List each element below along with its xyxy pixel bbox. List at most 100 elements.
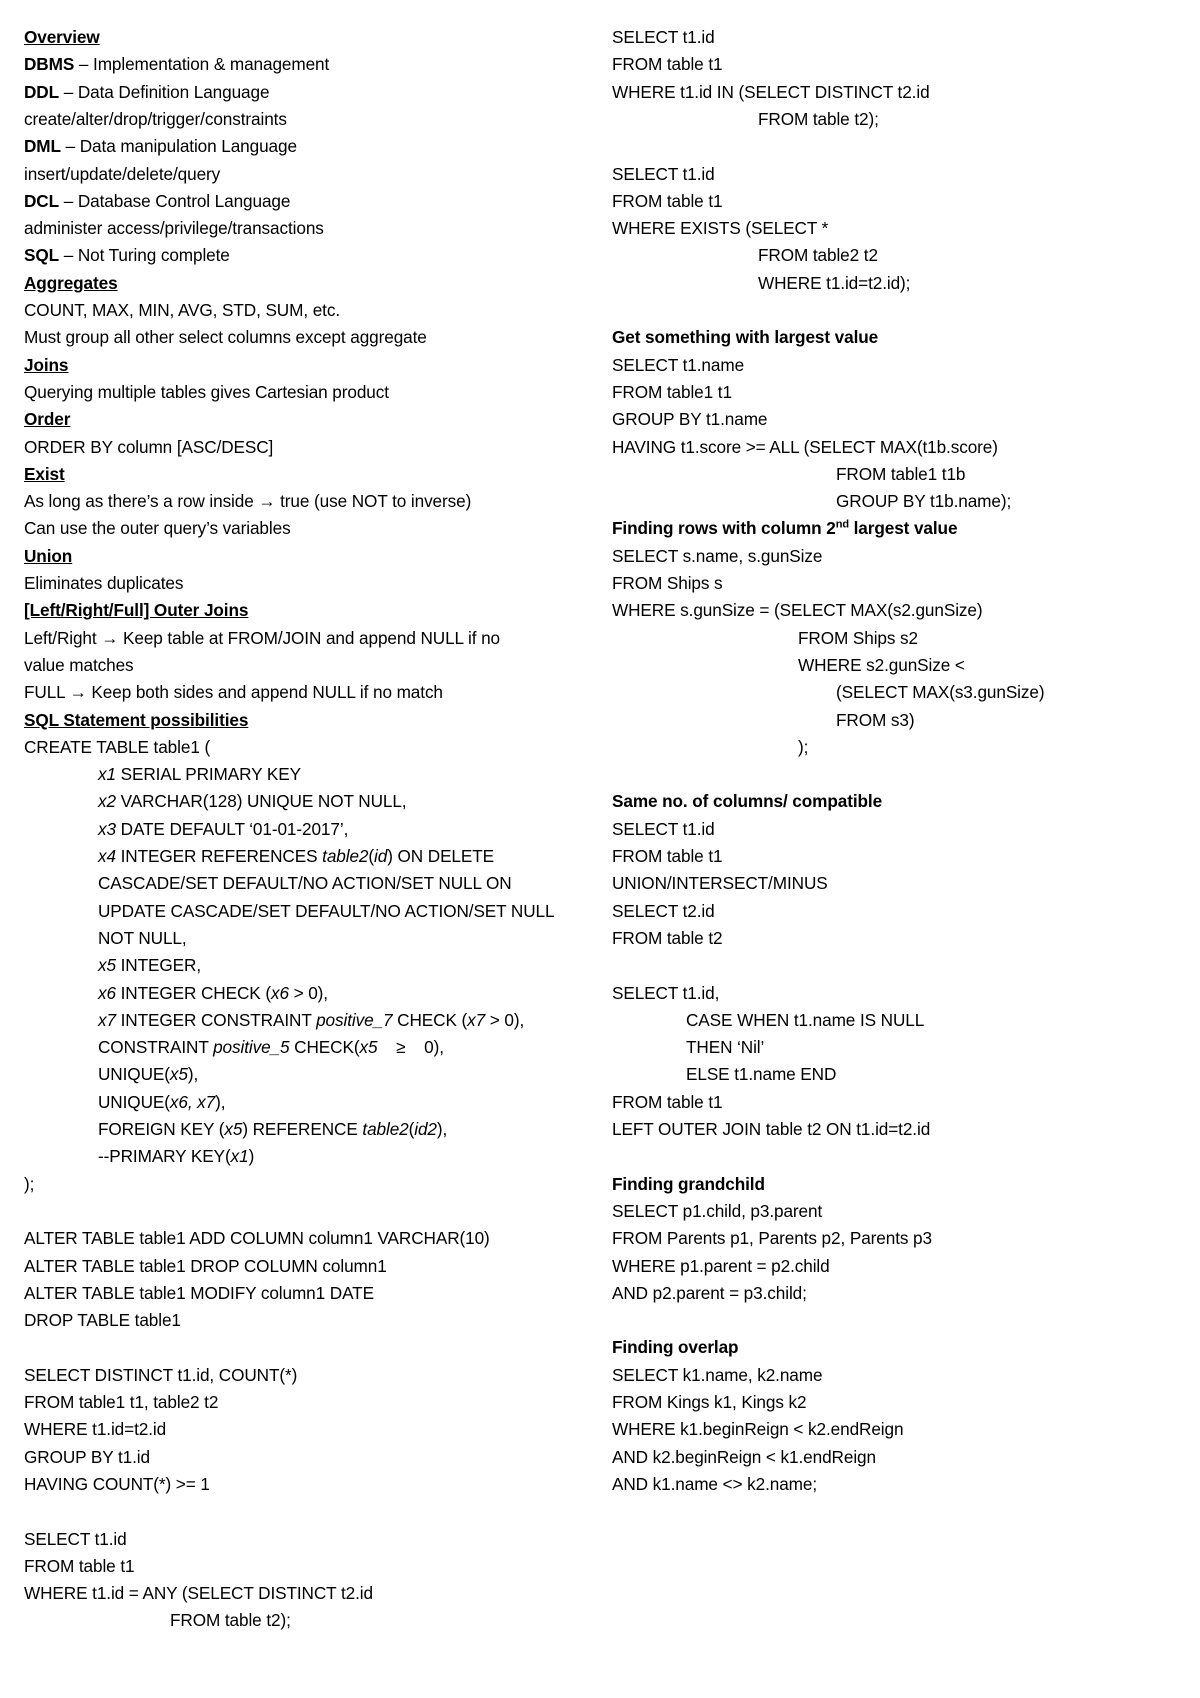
text-segment: SELECT p1.child, p3.parent — [612, 1200, 823, 1221]
text-line: FULL → Keep both sides and append NULL i… — [24, 679, 443, 706]
text-segment: Eliminates duplicates — [24, 573, 184, 593]
text-segment: FULL → Keep both sides and append NULL i… — [24, 682, 443, 703]
text-line: SQL – Not Turing complete — [24, 242, 230, 269]
text-line: WHERE EXISTS (SELECT * — [612, 215, 828, 242]
text-line: CONSTRAINT positive_5 CHECK(x5 ≥ 0), — [98, 1034, 444, 1061]
text-segment: FROM Ships s2 — [798, 627, 918, 648]
text-line: ALTER TABLE table1 ADD COLUMN column1 VA… — [24, 1225, 490, 1252]
italic-term: x2 — [98, 791, 116, 812]
text-line: CASCADE/SET DEFAULT/NO ACTION/SET NULL O… — [98, 870, 512, 897]
italic-term: x5 — [359, 1037, 378, 1058]
bold-term: Get something with largest value — [612, 327, 879, 348]
text-line: HAVING COUNT(*) >= 1 — [24, 1471, 210, 1498]
bold-term: Finding grandchild — [612, 1173, 765, 1194]
text-segment: NOT NULL, — [98, 927, 187, 948]
text-line: WHERE s.gunSize = (SELECT MAX(s2.gunSize… — [612, 597, 983, 624]
text-line: WHERE t1.id=t2.id — [24, 1416, 166, 1443]
text-segment: ), — [436, 1119, 448, 1139]
text-segment: FROM Parents p1, Parents p2, Parents p3 — [612, 1228, 932, 1249]
text-segment: HAVING COUNT(*) >= 1 — [24, 1473, 210, 1494]
italic-term: x5 — [169, 1064, 188, 1085]
text-segment: > 0), — [485, 1009, 525, 1030]
text-line: FROM table t2 — [612, 925, 723, 952]
text-line: COUNT, MAX, MIN, AVG, STD, SUM, etc. — [24, 297, 340, 324]
italic-term: x6, x7 — [169, 1091, 216, 1112]
bold-term: DDL — [24, 81, 60, 102]
bold-term: Same no. of columns/ compatible — [612, 791, 883, 812]
text-segment: COUNT, MAX, MIN, AVG, STD, SUM, etc. — [24, 300, 340, 320]
text-line: UNIQUE(x5), — [98, 1061, 198, 1088]
text-segment: FROM table t1 — [24, 1555, 135, 1576]
text-line: Joins — [24, 352, 69, 379]
text-segment: ) REFERENCE — [242, 1119, 363, 1139]
text-line: WHERE t1.id=t2.id); — [758, 270, 910, 297]
text-segment: AND k1.name <> k2.name; — [612, 1473, 818, 1494]
text-line: administer access/privilege/transactions — [24, 215, 324, 242]
text-segment: INTEGER CONSTRAINT — [115, 1009, 317, 1030]
text-segment: UNIQUE( — [98, 1091, 170, 1112]
text-segment: ); — [798, 736, 809, 757]
text-line: Finding rows with column 2nd largest val… — [612, 515, 958, 542]
bold-term: nd — [835, 518, 849, 531]
text-line: SELECT k1.name, k2.name — [612, 1362, 823, 1389]
italic-term: x4 — [98, 846, 116, 866]
text-line: FROM table1 t1, table2 t2 — [24, 1389, 218, 1416]
text-line: [Left/Right/Full] Outer Joins — [24, 597, 248, 624]
bold-term: SQL — [24, 245, 60, 266]
text-segment: – Data manipulation Language — [60, 136, 297, 157]
text-segment: SERIAL PRIMARY KEY — [115, 764, 301, 785]
italic-term: table2 — [322, 846, 369, 866]
section-heading: SQL Statement possibilities — [24, 709, 249, 730]
text-line: DBMS – Implementation & management — [24, 51, 329, 78]
text-segment: ALTER TABLE table1 ADD COLUMN column1 VA… — [24, 1228, 490, 1249]
text-segment: WHERE t1.id IN (SELECT DISTINCT t2.id — [612, 81, 930, 102]
text-segment: ), — [187, 1064, 199, 1085]
text-line: SELECT t1.id — [24, 1526, 127, 1553]
text-line: FROM Ships s — [612, 570, 723, 597]
text-line: WHERE s2.gunSize < — [798, 652, 965, 679]
text-line: x3 DATE DEFAULT ‘01-01-2017’, — [98, 816, 348, 843]
section-heading: Exist — [24, 463, 65, 484]
text-segment: SELECT s.name, s.gunSize — [612, 545, 823, 566]
text-segment: FROM Kings k1, Kings k2 — [612, 1392, 807, 1412]
text-line: As long as there’s a row inside → true (… — [24, 488, 471, 515]
text-segment: SELECT t1.name — [612, 354, 745, 375]
text-line: DROP TABLE table1 — [24, 1307, 181, 1334]
text-segment: SELECT t1.id — [24, 1528, 127, 1549]
text-segment: ALTER TABLE table1 MODIFY column1 DATE — [24, 1282, 374, 1303]
text-line: FOREIGN KEY (x5) REFERENCE table2(id2), — [98, 1116, 447, 1143]
text-segment: CREATE TABLE table1 ( — [24, 736, 211, 757]
text-line: SELECT t1.id — [612, 161, 715, 188]
text-segment: CASE WHEN t1.name IS NULL — [686, 1009, 925, 1030]
text-line: ALTER TABLE table1 MODIFY column1 DATE — [24, 1280, 374, 1307]
text-segment: GROUP BY t1.name — [612, 409, 768, 430]
text-line: Union — [24, 543, 72, 570]
text-segment: WHERE t1.id=t2.id — [24, 1419, 167, 1440]
text-line: THEN ‘Nil’ — [686, 1034, 764, 1061]
text-segment: WHERE EXISTS (SELECT * — [612, 218, 829, 239]
bold-term: DBMS — [24, 54, 75, 75]
text-line: GROUP BY t1b.name); — [836, 488, 1011, 515]
text-line: ); — [798, 734, 808, 761]
text-segment: (SELECT MAX(s3.gunSize) — [836, 682, 1045, 703]
text-line: ELSE t1.name END — [686, 1061, 836, 1088]
text-segment: FROM table t1 — [612, 54, 723, 75]
text-line: WHERE p1.parent = p2.child — [612, 1253, 830, 1280]
text-line: SELECT t1.id, — [612, 980, 719, 1007]
text-line: SELECT s.name, s.gunSize — [612, 543, 822, 570]
text-segment: WHERE t1.id=t2.id); — [758, 272, 911, 293]
text-line: WHERE k1.beginReign < k2.endReign — [612, 1416, 904, 1443]
text-segment: HAVING t1.score >= ALL (SELECT MAX(t1b.s… — [612, 436, 998, 457]
text-segment: ); — [24, 1173, 35, 1194]
italic-term: x6 — [270, 982, 289, 1003]
text-line: DML – Data manipulation Language — [24, 133, 297, 160]
text-line: ALTER TABLE table1 DROP COLUMN column1 — [24, 1253, 387, 1280]
text-line: Overview — [24, 24, 100, 51]
italic-term: x1 — [230, 1146, 249, 1167]
text-line: UPDATE CASCADE/SET DEFAULT/NO ACTION/SET… — [98, 898, 555, 925]
text-line: FROM table t1 — [612, 51, 723, 78]
text-line: DDL – Data Definition Language — [24, 79, 270, 106]
text-line: HAVING t1.score >= ALL (SELECT MAX(t1b.s… — [612, 434, 998, 461]
text-segment: FROM table t1 — [612, 1091, 723, 1112]
text-segment: INTEGER, — [115, 955, 201, 976]
